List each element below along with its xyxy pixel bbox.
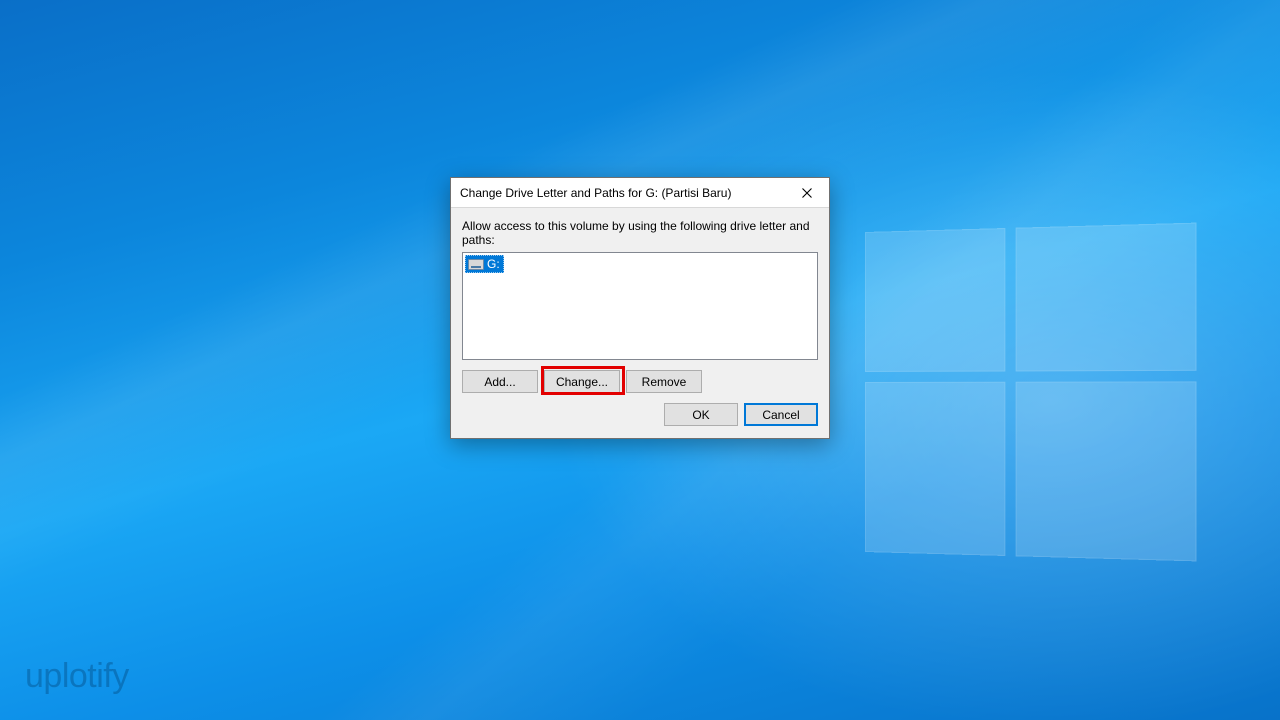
close-icon (802, 188, 812, 198)
drive-icon (468, 259, 484, 270)
watermark-text: uplotify (25, 657, 129, 696)
dialog-title: Change Drive Letter and Paths for G: (Pa… (460, 186, 784, 200)
dialog-titlebar[interactable]: Change Drive Letter and Paths for G: (Pa… (451, 178, 829, 208)
dialog-instruction: Allow access to this volume by using the… (462, 219, 818, 247)
remove-button[interactable]: Remove (626, 370, 702, 393)
windows-logo (865, 223, 1196, 562)
action-button-row: Add... Change... Remove (462, 370, 818, 393)
add-button[interactable]: Add... (462, 370, 538, 393)
windows-logo-pane (1016, 223, 1197, 372)
close-button[interactable] (784, 178, 829, 208)
drive-paths-listbox[interactable]: G: (462, 252, 818, 360)
windows-logo-pane (865, 382, 1005, 556)
ok-button[interactable]: OK (664, 403, 738, 426)
confirm-button-row: OK Cancel (462, 403, 818, 426)
windows-logo-pane (865, 228, 1005, 372)
dialog-body: Allow access to this volume by using the… (451, 208, 829, 438)
drive-list-item-label: G: (487, 257, 500, 271)
windows-logo-pane (1016, 381, 1197, 561)
drive-list-item[interactable]: G: (465, 255, 504, 273)
cancel-button[interactable]: Cancel (744, 403, 818, 426)
change-button[interactable]: Change... (544, 370, 620, 393)
change-drive-letter-dialog: Change Drive Letter and Paths for G: (Pa… (450, 177, 830, 439)
